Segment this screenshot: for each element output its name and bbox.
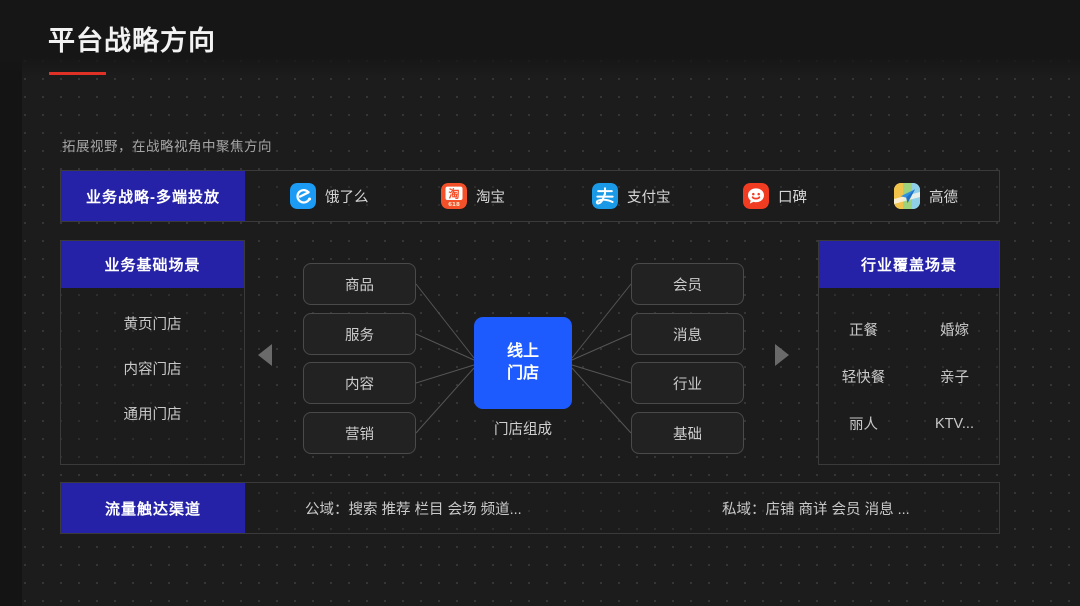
koubei-icon (743, 183, 769, 209)
list-item[interactable]: 通用门店 (124, 403, 182, 424)
channel-item-eleme[interactable]: 饿了么 (245, 183, 396, 209)
amap-icon (894, 183, 920, 209)
page-subtitle: 拓展视野，在战略视角中聚焦方向 (62, 139, 272, 154)
list-item[interactable]: 丽人 (818, 400, 909, 447)
traffic-public-text: 公域：搜索 推荐 栏目 会场 频道... (305, 501, 522, 518)
center-node-line2: 门店 (506, 365, 539, 382)
diagram-center-caption: 门店组成 (494, 422, 552, 438)
channel-item-amap[interactable]: 高德 (849, 183, 1000, 209)
base-scenarios-label: 业务基础场景 (61, 241, 244, 288)
chevron-right-icon[interactable] (775, 344, 789, 366)
diagram-center-node[interactable]: 线上 门店 (474, 317, 572, 409)
channel-list: 饿了么 淘 618 淘宝 支付宝 口碑 高德 (245, 170, 1000, 222)
svg-text:淘: 淘 (449, 186, 460, 200)
list-item[interactable]: 内容门店 (124, 358, 182, 379)
industry-scenarios-label-text: 行业覆盖场景 (860, 257, 957, 274)
list-item[interactable]: 黄页门店 (124, 313, 182, 334)
base-scenarios-list: 黄页门店 内容门店 通用门店 (60, 295, 245, 460)
channels-row-label-text: 业务战略-多端投放 (86, 188, 220, 206)
channel-label: 支付宝 (627, 189, 671, 206)
list-item[interactable]: 轻快餐 (818, 353, 909, 400)
channel-label: 淘宝 (476, 189, 505, 206)
list-item[interactable]: 正餐 (818, 306, 909, 353)
store-composition-diagram: 商品 服务 内容 营销 会员 消息 行业 基础 线上 门店 门店组成 (252, 240, 812, 465)
channel-label: 高德 (929, 189, 958, 206)
diagram-node-right[interactable]: 行业 (631, 362, 744, 404)
diagram-node-right[interactable]: 基础 (631, 412, 744, 454)
slide-canvas: 平台战略方向 拓展视野，在战略视角中聚焦方向 业务战略-多端投放 饿了么 淘 6… (0, 0, 1080, 606)
center-node-line1: 线上 (506, 343, 539, 361)
traffic-private-text: 私域：店铺 商详 会员 消息 ... (722, 501, 910, 518)
industry-scenarios-label: 行业覆盖场景 (819, 241, 999, 288)
svg-text:618: 618 (448, 202, 460, 208)
title-underline (49, 72, 106, 75)
channel-item-alipay[interactable]: 支付宝 (547, 183, 698, 209)
channel-item-taobao[interactable]: 淘 618 淘宝 (396, 183, 547, 209)
traffic-row-label-text: 流量触达渠道 (104, 500, 201, 518)
channels-row-label: 业务战略-多端投放 (61, 171, 245, 221)
diagram-node-left[interactable]: 服务 (303, 313, 416, 355)
list-item[interactable]: 亲子 (909, 353, 1000, 400)
left-rail (0, 0, 22, 606)
alipay-icon (592, 183, 618, 209)
industry-scenarios-list: 正餐 婚嫁 轻快餐 亲子 丽人 KTV... (818, 296, 1000, 461)
diagram-node-left[interactable]: 营销 (303, 412, 416, 454)
eleme-icon (290, 183, 316, 209)
diagram-node-left[interactable]: 商品 (303, 263, 416, 305)
base-scenarios-label-text: 业务基础场景 (104, 257, 201, 274)
channel-label: 饿了么 (325, 189, 369, 206)
page-title: 平台战略方向 (48, 26, 216, 56)
list-item[interactable]: KTV... (909, 400, 1000, 447)
list-item[interactable]: 婚嫁 (909, 306, 1000, 353)
diagram-node-left[interactable]: 内容 (303, 362, 416, 404)
channel-item-koubei[interactable]: 口碑 (698, 183, 849, 209)
chevron-left-icon[interactable] (258, 344, 272, 366)
taobao-icon: 淘 618 (441, 183, 467, 209)
channel-label: 口碑 (778, 189, 807, 206)
traffic-row-label: 流量触达渠道 (61, 483, 245, 533)
diagram-node-right[interactable]: 消息 (631, 313, 744, 355)
diagram-node-right[interactable]: 会员 (631, 263, 744, 305)
